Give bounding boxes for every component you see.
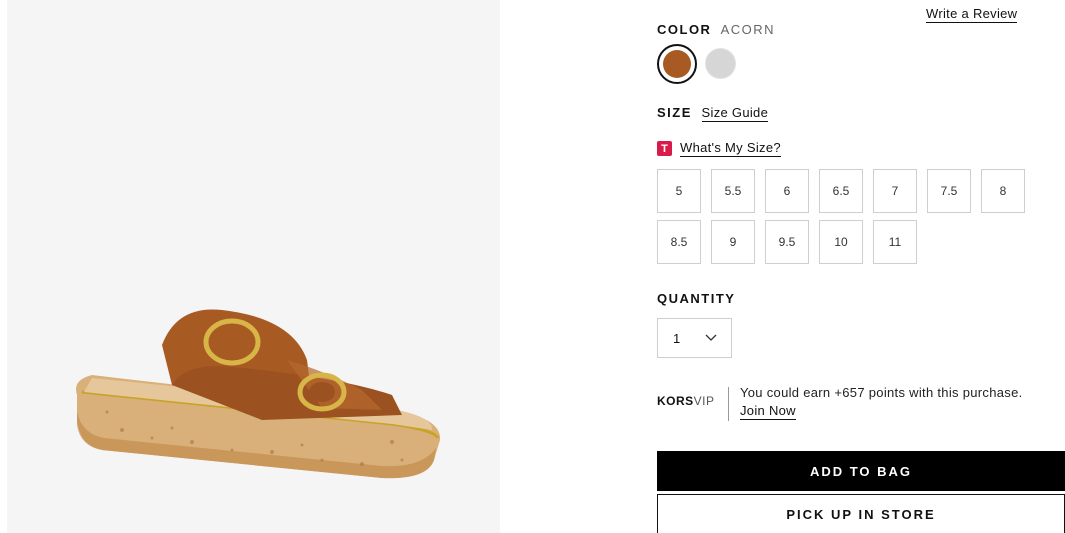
whats-my-size-row: T What's My Size? (657, 140, 781, 157)
write-review-link[interactable]: Write a Review (926, 6, 1018, 23)
size-option[interactable]: 11 (873, 220, 917, 264)
size-heading: SIZE Size Guide (657, 105, 769, 122)
size-option[interactable]: 8.5 (657, 220, 701, 264)
chevron-down-icon (705, 334, 717, 341)
size-label: SIZE (657, 105, 692, 120)
korsvip-divider (728, 387, 729, 421)
size-option[interactable]: 8 (981, 169, 1025, 213)
pick-up-in-store-button[interactable]: PICK UP IN STORE (657, 494, 1065, 533)
size-guide-link[interactable]: Size Guide (701, 105, 769, 122)
quantity-value: 1 (673, 330, 681, 346)
sandal-image (76, 309, 441, 479)
swatch-acorn[interactable] (657, 44, 697, 84)
swatch-acorn-fill (663, 50, 691, 78)
color-selected-value: ACORN (720, 22, 776, 37)
size-option[interactable]: 6.5 (819, 169, 863, 213)
size-option[interactable]: 6 (765, 169, 809, 213)
true-fit-icon: T (657, 141, 672, 156)
size-option[interactable]: 9.5 (765, 220, 809, 264)
korsvip-logo-bold: KORS (657, 394, 694, 408)
add-to-bag-button[interactable]: ADD TO BAG (657, 451, 1065, 491)
size-option[interactable]: 9 (711, 220, 755, 264)
product-image (7, 0, 500, 533)
quantity-label: QUANTITY (657, 291, 736, 306)
size-option[interactable]: 5.5 (711, 169, 755, 213)
quantity-select[interactable]: 1 (657, 318, 732, 358)
whats-my-size-link[interactable]: What's My Size? (680, 140, 781, 157)
korsvip-logo-light: VIP (693, 394, 715, 408)
korsvip-logo: KORSVIP (657, 394, 715, 408)
size-option[interactable]: 7 (873, 169, 917, 213)
size-option[interactable]: 5 (657, 169, 701, 213)
swatch-silver[interactable] (705, 48, 736, 79)
size-option[interactable]: 7.5 (927, 169, 971, 213)
color-label: COLOR (657, 22, 712, 37)
color-heading: COLOR ACORN (657, 22, 775, 37)
join-now-link[interactable]: Join Now (740, 403, 796, 420)
korsvip-message: You could earn +657 points with this pur… (740, 385, 1023, 400)
size-option[interactable]: 10 (819, 220, 863, 264)
